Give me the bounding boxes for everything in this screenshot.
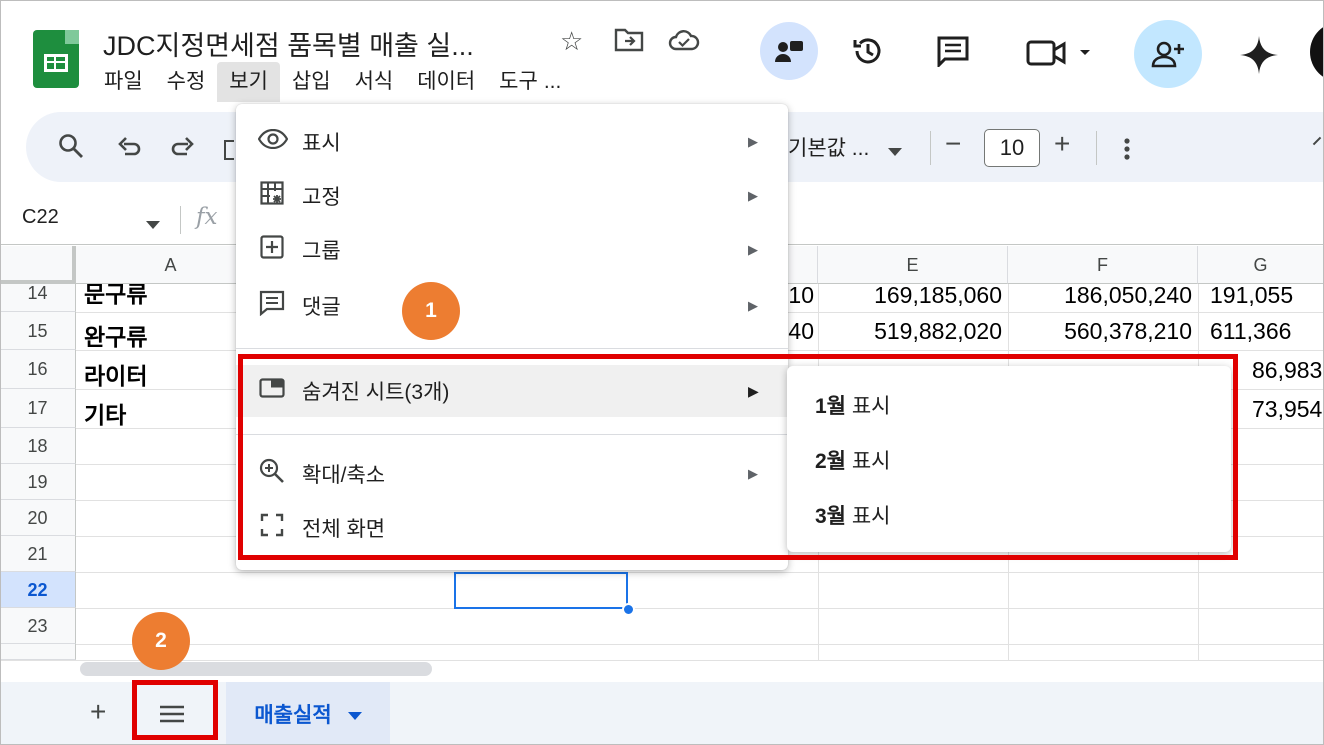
- font-dropdown-arrow-icon[interactable]: [888, 143, 902, 161]
- increase-font-size-button[interactable]: +: [1054, 128, 1070, 160]
- select-all-corner[interactable]: [0, 246, 76, 284]
- menu-format[interactable]: 서식: [343, 62, 406, 102]
- view-menu-item-show[interactable]: 표시 ▶: [236, 116, 788, 168]
- share-add-person-icon[interactable]: [1134, 20, 1202, 88]
- view-menu-item-comments[interactable]: 댓글 ▶: [236, 280, 788, 332]
- sheet-tab-dropdown-icon[interactable]: [347, 702, 362, 726]
- cell-g17[interactable]: 73,954: [1252, 396, 1324, 423]
- undo-icon[interactable]: [116, 134, 142, 167]
- toolbar-divider: [930, 131, 931, 165]
- font-family-select[interactable]: 기본값 ...: [788, 132, 869, 162]
- row-header-15[interactable]: 15: [0, 312, 76, 350]
- freeze-icon: [258, 181, 286, 211]
- cell-a16[interactable]: 라이터: [84, 357, 147, 391]
- submenu-arrow-icon: ▶: [748, 134, 758, 149]
- highlight-box-sheet-list: [132, 680, 218, 740]
- cell-f15[interactable]: 560,378,210: [1008, 318, 1192, 345]
- menu-data[interactable]: 데이터: [405, 62, 487, 102]
- sheet-tab-active[interactable]: 매출실적: [226, 682, 390, 745]
- fill-handle[interactable]: [622, 603, 635, 616]
- present-to-meeting-icon[interactable]: [760, 22, 818, 80]
- grid-line: [76, 572, 1324, 573]
- comments-icon[interactable]: [924, 22, 982, 80]
- sheets-logo-icon[interactable]: [33, 30, 79, 88]
- cell-d15[interactable]: 40: [788, 318, 814, 345]
- callout-step-2: 2: [132, 612, 190, 670]
- cell-a15[interactable]: 완구류: [84, 318, 147, 352]
- cell-e14[interactable]: 169,185,060: [818, 284, 1002, 312]
- sheet-tab-label: 매출실적: [254, 703, 332, 727]
- column-header-g[interactable]: G: [1198, 246, 1324, 284]
- row-header-22[interactable]: 22: [0, 572, 76, 608]
- row-header-17[interactable]: 17: [0, 389, 76, 428]
- column-header-f[interactable]: F: [1008, 246, 1198, 284]
- row-header-20[interactable]: 20: [0, 500, 76, 536]
- menu-more[interactable]: ...: [542, 62, 574, 102]
- column-header-e[interactable]: E: [818, 246, 1008, 284]
- name-box[interactable]: C22: [22, 206, 59, 229]
- menu-insert[interactable]: 삽입: [280, 62, 343, 102]
- cell-a17[interactable]: 기타: [84, 396, 126, 430]
- cell-f14[interactable]: 186,050,240: [1008, 284, 1192, 312]
- selected-cell-c22[interactable]: [454, 572, 628, 609]
- submenu-arrow-icon: ▶: [748, 242, 758, 257]
- star-icon[interactable]: ☆: [560, 26, 583, 57]
- print-icon[interactable]: [224, 140, 234, 160]
- fx-icon: fx: [196, 204, 218, 230]
- row-header-21[interactable]: 21: [0, 536, 76, 572]
- menu-view[interactable]: 보기: [217, 62, 280, 102]
- move-folder-icon[interactable]: [614, 26, 644, 59]
- group-icon: [258, 235, 286, 265]
- column-header-d[interactable]: [788, 246, 818, 284]
- menu-bar: 파일 수정 보기 삽입 서식 데이터 도구 ...: [92, 62, 573, 102]
- grid-line: [76, 608, 1324, 609]
- cloud-saved-icon[interactable]: [668, 28, 700, 59]
- account-avatar[interactable]: [1310, 22, 1324, 82]
- meet-camera-icon[interactable]: [1026, 38, 1094, 73]
- callout-step-1: 1: [402, 282, 460, 340]
- row-header-19[interactable]: 19: [0, 464, 76, 500]
- row-header-24[interactable]: [0, 644, 76, 660]
- name-box-dropdown-icon[interactable]: [146, 216, 160, 234]
- eye-icon: [257, 128, 289, 155]
- cell-e15[interactable]: 519,882,020: [818, 318, 1002, 345]
- row-header-18[interactable]: 18: [0, 428, 76, 464]
- add-sheet-button[interactable]: +: [90, 696, 106, 728]
- cell-g15[interactable]: 611,366: [1210, 318, 1324, 345]
- row-header-23[interactable]: 23: [0, 608, 76, 644]
- version-history-icon[interactable]: [839, 22, 897, 80]
- view-menu-item-freeze[interactable]: 고정 ▶: [236, 170, 788, 222]
- font-size-input[interactable]: 10: [984, 129, 1040, 167]
- cell-a14[interactable]: 문구류: [84, 284, 147, 312]
- more-options-icon[interactable]: [1124, 138, 1130, 165]
- menu-tools[interactable]: 도구: [487, 62, 542, 102]
- formula-divider: [180, 206, 181, 234]
- gemini-sparkle-icon[interactable]: [1240, 36, 1278, 79]
- view-menu-item-group[interactable]: 그룹 ▶: [236, 224, 788, 276]
- cell-g14[interactable]: 191,055: [1210, 284, 1324, 312]
- redo-icon[interactable]: [170, 134, 196, 167]
- menu-edit[interactable]: 수정: [155, 62, 218, 102]
- submenu-arrow-icon: ▶: [748, 188, 758, 203]
- horizontal-scrollbar[interactable]: [80, 662, 432, 676]
- cell-g16[interactable]: 86,983: [1252, 357, 1324, 384]
- row-header-14[interactable]: 14: [0, 284, 76, 312]
- row-header-16[interactable]: 16: [0, 350, 76, 389]
- comment-icon: [258, 290, 286, 322]
- highlight-box-hidden-sheets: [238, 354, 1238, 560]
- submenu-arrow-icon: ▶: [748, 298, 758, 313]
- toolbar-divider: [1096, 131, 1097, 165]
- search-menus-icon[interactable]: [58, 133, 84, 166]
- menu-divider: [236, 348, 788, 349]
- decrease-font-size-button[interactable]: −: [945, 128, 961, 160]
- grid-line: [76, 644, 1324, 645]
- document-title[interactable]: JDC지정면세점 품목별 매출 실...: [103, 24, 474, 63]
- cell-d14[interactable]: 10: [788, 284, 814, 312]
- menu-file[interactable]: 파일: [92, 62, 155, 102]
